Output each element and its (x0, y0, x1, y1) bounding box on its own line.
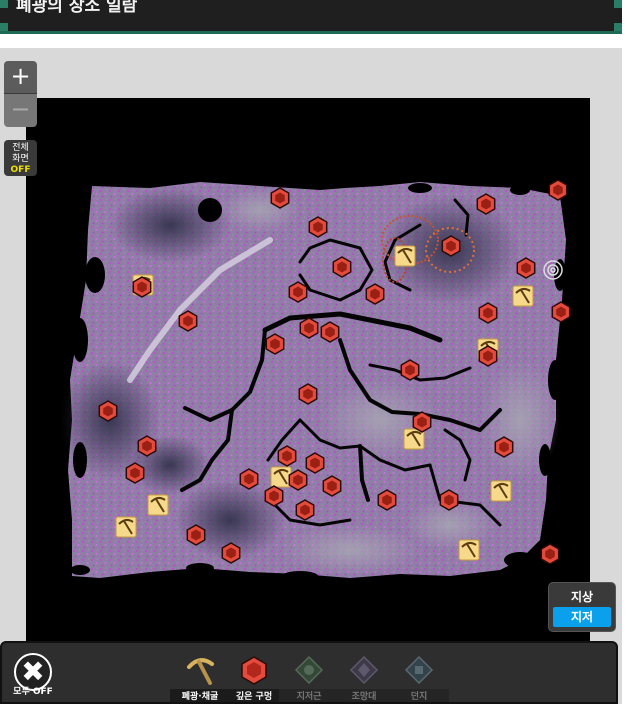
chasm-marker[interactable] (377, 489, 397, 511)
chasm-marker[interactable] (178, 310, 198, 332)
legend-label: 지저근 (279, 689, 339, 702)
chasm-marker[interactable] (551, 301, 571, 323)
layer-surface-option[interactable]: 지상 (549, 588, 615, 605)
chasm-marker[interactable] (288, 281, 308, 303)
chasm-marker[interactable] (320, 321, 340, 343)
legend-item-shrine[interactable]: 던지 (389, 655, 449, 702)
legend-item-chasm[interactable]: 깊은 구멍 (224, 655, 284, 702)
chasm-marker[interactable] (476, 193, 496, 215)
mine-marker[interactable] (394, 245, 416, 267)
chasm-marker[interactable] (277, 445, 297, 467)
all-off-label: 모두 OFF (13, 687, 53, 697)
page-title: 폐광의 장소 일람 (16, 0, 138, 16)
chasm-marker[interactable] (239, 468, 259, 490)
header-corner-ornament (614, 0, 622, 8)
chasm-marker[interactable] (264, 485, 284, 507)
chasm-marker[interactable] (265, 333, 285, 355)
chasm-marker[interactable] (132, 276, 152, 298)
mine-marker[interactable] (270, 466, 292, 488)
mine-marker[interactable] (115, 516, 137, 538)
zoom-control: + − (4, 61, 37, 127)
chasm-marker[interactable] (270, 187, 290, 209)
layer-switch: 지상 지저 (548, 582, 616, 632)
chasm-marker[interactable] (441, 235, 461, 257)
header-corner-ornament (0, 0, 8, 8)
chasm-marker[interactable] (478, 302, 498, 324)
mine-marker[interactable] (458, 539, 480, 561)
legend-item-mine[interactable]: 폐광·채굴 (170, 655, 230, 702)
legend-label: 조망대 (334, 689, 394, 702)
header-corner-ornament (614, 23, 622, 31)
chasm-hexagon-icon (239, 655, 269, 685)
chasm-marker[interactable] (98, 400, 118, 422)
legend-item-lightroot[interactable]: 지저근 (279, 655, 339, 702)
lightroot-icon (294, 655, 324, 685)
header-corner-ornament (0, 23, 8, 31)
chasm-marker[interactable] (332, 256, 352, 278)
all-off-button[interactable]: ✖ 모두 OFF (10, 653, 56, 703)
fullscreen-label: 전체 (12, 143, 29, 153)
page-header: 폐광의 장소 일람 (0, 0, 622, 34)
chasm-marker[interactable] (548, 179, 568, 201)
mine-marker[interactable] (147, 494, 169, 516)
chasm-marker[interactable] (516, 257, 536, 279)
fullscreen-label: 화면 (12, 154, 29, 164)
pickaxe-icon (185, 655, 215, 685)
chasm-marker[interactable] (137, 435, 157, 457)
zoom-out-button[interactable]: − (4, 94, 37, 127)
layer-depths-option[interactable]: 지저 (553, 607, 611, 627)
chasm-marker[interactable] (412, 411, 432, 433)
fullscreen-toggle[interactable]: 전체 화면 OFF (4, 140, 37, 176)
chasm-marker[interactable] (288, 469, 308, 491)
chasm-marker[interactable] (439, 489, 459, 511)
mine-marker[interactable] (490, 480, 512, 502)
chasm-marker[interactable] (478, 345, 498, 367)
chasm-marker[interactable] (186, 524, 206, 546)
chasm-marker[interactable] (400, 359, 420, 381)
chasm-marker[interactable] (494, 436, 514, 458)
chasm-marker[interactable] (295, 499, 315, 521)
chasm-marker[interactable] (540, 543, 560, 565)
chasm-marker[interactable] (298, 383, 318, 405)
mine-marker[interactable] (512, 285, 534, 307)
chasm-marker[interactable] (299, 317, 319, 339)
legend-label: 폐광·채굴 (170, 689, 230, 702)
chasm-marker[interactable] (305, 452, 325, 474)
lookout-icon (349, 655, 379, 685)
terrain-shading (280, 525, 420, 575)
legend-label: 던지 (389, 689, 449, 702)
chasm-marker[interactable] (125, 462, 145, 484)
chasm-marker[interactable] (322, 475, 342, 497)
chasm-marker[interactable] (221, 542, 241, 564)
legend-label: 깊은 구멍 (224, 689, 284, 702)
fullscreen-state: OFF (10, 165, 31, 175)
legend-item-lookout[interactable]: 조망대 (334, 655, 394, 702)
map-svg[interactable] (26, 98, 590, 660)
chasm-marker[interactable] (308, 216, 328, 238)
zoom-in-button[interactable]: + (4, 61, 37, 94)
map-canvas[interactable] (26, 98, 590, 660)
chasm-marker[interactable] (365, 283, 385, 305)
legend-bar: ✖ 모두 OFF 폐광·채굴 깊은 구멍 지저근 조망대 던지 (0, 641, 618, 704)
shrine-icon (404, 655, 434, 685)
